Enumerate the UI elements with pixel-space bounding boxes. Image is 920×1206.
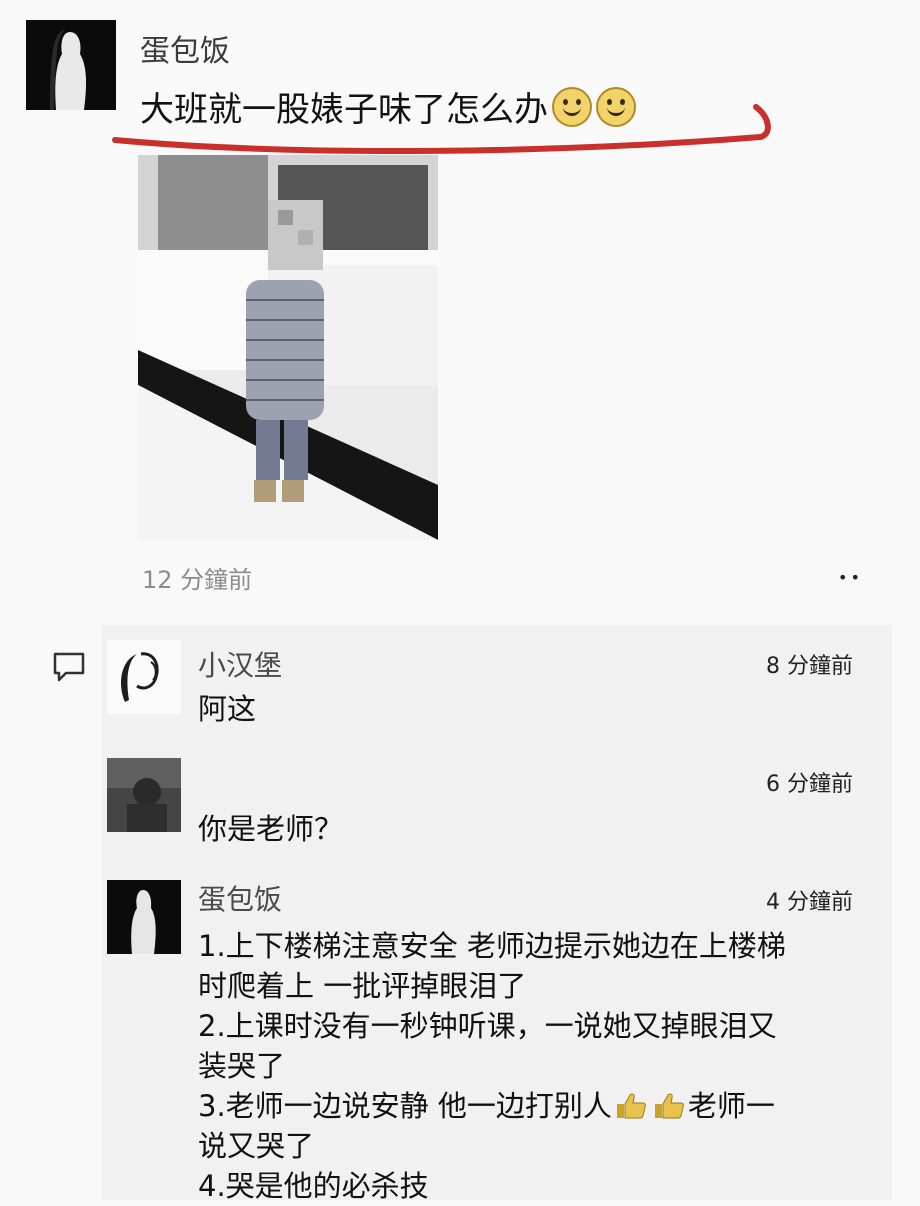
post-username[interactable]: 蛋包饭 [140,26,230,70]
comment-avatar[interactable] [107,758,181,832]
post-timestamp: 12 分鐘前 [142,566,253,594]
comment-line: 2.上课时没有一秒钟听课，一说她又掉眼泪又 [198,1009,777,1043]
comment-line-part: 3.老师一边说安静 他一边打别人 [198,1089,612,1123]
comment-avatar[interactable] [107,640,181,714]
comment-text: 阿这 [198,692,257,726]
comment-line-with-icons: 3.老师一边说安静 他一边打别人 老师一 [198,1086,878,1126]
comment-author[interactable]: 蛋包饭 [198,878,282,918]
thumbs-up-icon [654,1093,684,1119]
comment-line: 说又哭了 [198,1129,315,1163]
more-icon[interactable]: •• [838,568,863,587]
comment-text: 1.上下楼梯注意安全 老师边提示她边在上楼梯 时爬着上 一批评掉眼泪了 2.上课… [198,926,878,1206]
post-photo[interactable] [138,155,438,540]
comment-avatar[interactable] [107,880,181,954]
comment-line-part: 老师一 [687,1089,775,1123]
comment-timestamp: 4 分鐘前 [766,890,853,915]
comment-timestamp: 8 分鐘前 [766,654,853,679]
comment-text: 你是老师？ [198,812,344,846]
comment-line: 1.上下楼梯注意安全 老师边提示她边在上楼梯 [198,929,786,963]
comment-timestamp: 6 分鐘前 [766,772,853,797]
comment-line: 时爬着上 一批评掉眼泪了 [198,969,527,1003]
comment-line: 装哭了 [198,1049,286,1083]
thumbs-up-icon [616,1093,646,1119]
comment-line: 4.哭是他的必杀技 [198,1169,429,1203]
comment-author[interactable]: 小汉堡 [198,644,282,684]
comment-bubble-icon[interactable] [52,651,86,683]
